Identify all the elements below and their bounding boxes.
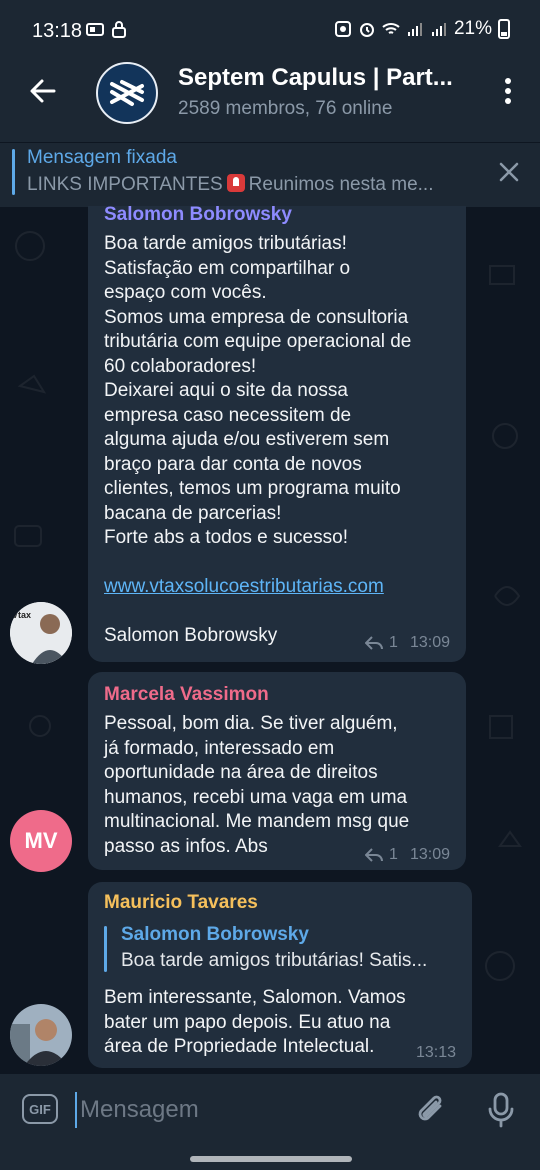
- message-meta: 13:13: [416, 1044, 456, 1062]
- sender-name[interactable]: Marcela Vassimon: [104, 684, 269, 706]
- message-text: Pessoal, bom dia. Se tiver alguém, já fo…: [104, 713, 410, 857]
- text-cursor: [75, 1092, 77, 1128]
- member-count: 2589 membros, 76 online: [178, 98, 393, 119]
- notification-icon: [86, 23, 104, 36]
- group-avatar[interactable]: [96, 62, 158, 124]
- message-bubble-marcela[interactable]: Marcela Vassimon Pessoal, bom dia. Se ti…: [88, 672, 466, 870]
- pinned-accent-bar: [12, 149, 15, 195]
- group-title[interactable]: Septem Capulus | Part...: [178, 64, 478, 92]
- profile-photo-icon: [10, 1004, 72, 1066]
- siren-emoji-icon: [226, 174, 245, 192]
- quote-text: Boa tarde amigos tributárias! Satis...: [121, 950, 428, 971]
- pinned-text-start: LINKS IMPORTANTES: [27, 174, 223, 195]
- more-options-icon[interactable]: [504, 76, 512, 106]
- gif-button[interactable]: GIF: [22, 1094, 58, 1124]
- message-list[interactable]: Salomon Bobrowsky Boa tarde amigos tribu…: [0, 206, 540, 1074]
- avatar-mauricio[interactable]: [10, 1004, 72, 1066]
- reply-count: 1: [389, 846, 398, 863]
- chat-header: Septem Capulus | Part... 2589 membros, 7…: [0, 62, 540, 142]
- avatar-salomon[interactable]: Vtax: [10, 602, 72, 664]
- reply-icon[interactable]: [365, 636, 384, 650]
- reply-icon[interactable]: [365, 848, 384, 862]
- wifi-icon: [382, 23, 400, 34]
- reply-quote[interactable]: Salomon Bobrowsky Boa tarde amigos tribu…: [104, 922, 444, 972]
- attach-paperclip-icon[interactable]: [414, 1092, 450, 1128]
- signal-icon-2: [431, 23, 446, 36]
- message-time: 13:09: [409, 846, 450, 863]
- message-text: Boa tarde amigos tributárias! Satisfação…: [104, 233, 412, 548]
- quote-accent-bar: [104, 926, 107, 972]
- microphone-icon[interactable]: [484, 1092, 518, 1128]
- status-time: 13:18: [32, 20, 83, 42]
- sender-name[interactable]: Salomon Bobrowsky: [104, 206, 292, 226]
- signal-icon: [407, 23, 422, 36]
- pinned-text-end: Reunimos nesta me...: [248, 174, 434, 195]
- avatar-marcela[interactable]: MV: [10, 810, 72, 872]
- back-arrow-icon[interactable]: [28, 76, 58, 106]
- data-saver-icon: [334, 21, 351, 37]
- profile-photo-icon: Vtax: [10, 602, 72, 664]
- message-bubble-mauricio[interactable]: Mauricio Tavares Salomon Bobrowsky Boa t…: [88, 882, 472, 1068]
- status-bar: 13:18 21%: [0, 0, 540, 62]
- message-input[interactable]: [80, 1092, 380, 1128]
- alarm-icon: [359, 23, 374, 37]
- message-signature: Salomon Bobrowsky: [104, 625, 278, 646]
- pinned-message[interactable]: Mensagem fixada LINKS IMPORTANTES Reunimo…: [0, 142, 540, 207]
- message-time: 13:09: [409, 634, 450, 651]
- battery-icon: [498, 19, 510, 39]
- message-meta: 1 13:09: [365, 634, 450, 652]
- message-bubble-salomon[interactable]: Salomon Bobrowsky Boa tarde amigos tribu…: [88, 206, 466, 662]
- message-composer: GIF: [0, 1074, 540, 1170]
- home-indicator[interactable]: [190, 1156, 352, 1162]
- quote-sender: Salomon Bobrowsky: [121, 924, 309, 945]
- pinned-text: LINKS IMPORTANTES Reunimos nesta me...: [27, 174, 472, 196]
- lock-icon: [112, 21, 126, 38]
- message-link[interactable]: www.vtaxsolucoestributarias.com: [104, 575, 384, 600]
- close-icon[interactable]: [498, 161, 520, 183]
- pinned-label: Mensagem fixada: [27, 147, 177, 168]
- group-logo-icon: [110, 80, 144, 106]
- reply-count: 1: [389, 634, 398, 651]
- message-text: Bem interessante, Salomon. Vamos bater u…: [104, 987, 406, 1057]
- message-meta: 1 13:09: [365, 846, 450, 864]
- battery-percent: 21%: [453, 18, 492, 39]
- sender-name[interactable]: Mauricio Tavares: [104, 892, 258, 914]
- message-time: 13:13: [415, 1044, 456, 1061]
